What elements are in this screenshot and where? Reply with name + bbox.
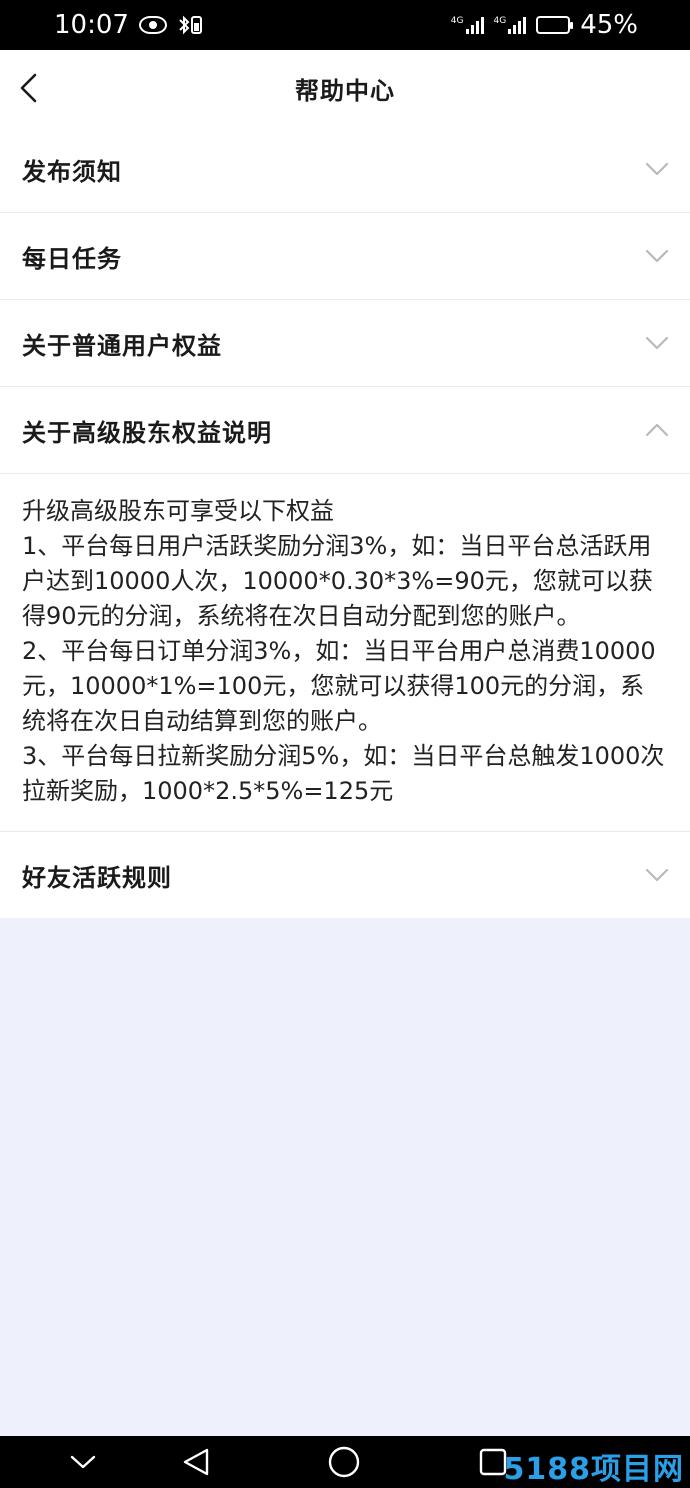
home-circle-icon (328, 1446, 360, 1478)
content-paragraph: 3、平台每日拉新奖励分润5%，如：当日平台总触发1000次拉新奖励，1000*2… (22, 742, 665, 805)
chevron-down-icon (644, 156, 670, 182)
accordion-header-daily-tasks[interactable]: 每日任务 (0, 213, 690, 299)
accordion-header-regular-user-rights[interactable]: 关于普通用户权益 (0, 300, 690, 386)
eye-icon (138, 16, 167, 34)
network-label: 4G (493, 16, 507, 26)
accordion-item: 关于高级股东权益说明 升级高级股东可享受以下权益 1、平台每日用户活跃奖励分润3… (0, 387, 690, 832)
accordion-item: 每日任务 (0, 213, 690, 300)
content-paragraph: 1、平台每日用户活跃奖励分润3%，如：当日平台总活跃用户达到10000人次，10… (22, 532, 653, 630)
app-header: 帮助中心 (0, 50, 690, 126)
accordion-item: 关于普通用户权益 (0, 300, 690, 387)
accordion-title: 关于高级股东权益说明 (22, 418, 272, 447)
accordion-title: 好友活跃规则 (22, 863, 172, 892)
content-paragraph: 2、平台每日订单分润3%，如：当日平台用户总消费10000元，10000*1%=… (22, 637, 656, 735)
system-nav-bar: 5188项目网 (0, 1436, 690, 1488)
battery-icon (536, 16, 574, 34)
battery-percent: 45% (580, 10, 638, 40)
chevron-down-icon (644, 330, 670, 356)
chevron-down-icon (644, 862, 670, 888)
accordion-header-friend-activity-rules[interactable]: 好友活跃规则 (0, 832, 690, 918)
content-paragraph: 升级高级股东可享受以下权益 (22, 497, 334, 525)
help-accordion: 发布须知 每日任务 关于普通用户权益 关于高级股东权益说明 升级高级股东可享受以… (0, 126, 690, 918)
page-title: 帮助中心 (295, 76, 395, 105)
accordion-item: 发布须知 (0, 126, 690, 213)
accordion-header-publish-notice[interactable]: 发布须知 (0, 126, 690, 212)
nav-home-button[interactable] (326, 1446, 362, 1478)
chevron-left-icon (20, 73, 37, 103)
accordion-title: 关于普通用户权益 (22, 331, 222, 360)
nav-back-button[interactable] (178, 1446, 214, 1478)
accordion-header-senior-shareholder-rights[interactable]: 关于高级股东权益说明 (0, 387, 690, 473)
accordion-content: 升级高级股东可享受以下权益 1、平台每日用户活跃奖励分润3%，如：当日平台总活跃… (0, 473, 690, 831)
network-label: 4G (450, 16, 464, 26)
status-right: 4G 4G 45% (451, 10, 638, 40)
accordion-title: 每日任务 (22, 244, 122, 273)
collapse-button[interactable] (66, 1446, 100, 1478)
bluetooth-battery-icon (177, 14, 203, 36)
back-button[interactable] (14, 70, 42, 106)
signal-icon: 4G (451, 16, 484, 34)
status-left: 10:07 (54, 10, 203, 40)
watermark-logo: 5188项目网 (503, 1452, 684, 1487)
chevron-up-icon (644, 417, 670, 443)
signal-icon: 4G (494, 16, 527, 34)
chevron-down-icon (644, 243, 670, 269)
accordion-item: 好友活跃规则 (0, 832, 690, 918)
status-time: 10:07 (54, 10, 129, 40)
back-triangle-icon (183, 1448, 209, 1476)
accordion-title: 发布须知 (22, 157, 122, 186)
collapse-icon (70, 1455, 96, 1469)
status-bar: 10:07 4G 4G 45% (0, 0, 690, 50)
